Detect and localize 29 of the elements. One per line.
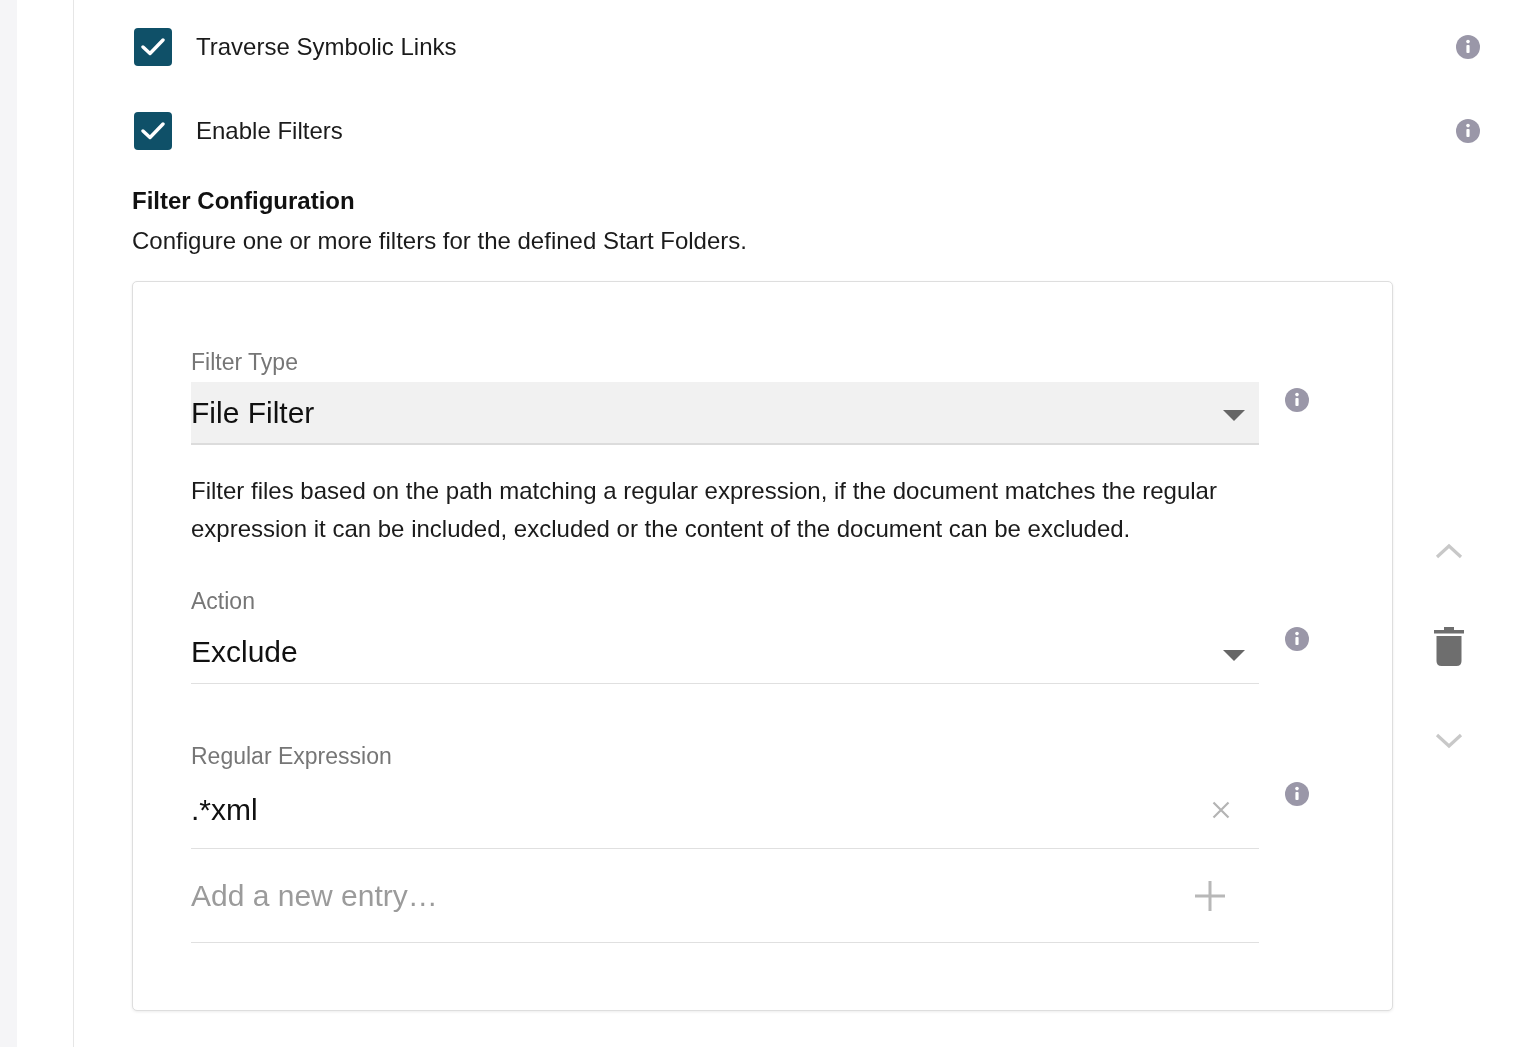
field-label: Action (191, 588, 255, 614)
info-icon[interactable] (1285, 388, 1309, 412)
checkbox[interactable] (134, 112, 172, 150)
section-description: Configure one or more filters for the defined Start Folders. (132, 226, 747, 256)
info-icon[interactable] (1456, 35, 1480, 59)
section-title: Filter Configuration (132, 186, 355, 216)
regex-entry-field[interactable]: .*xml (191, 792, 1211, 828)
trash-icon (1434, 626, 1464, 666)
checkbox-label: Enable Filters (196, 116, 343, 146)
check-icon (141, 122, 165, 140)
check-icon (141, 38, 165, 56)
caret-icon (1223, 649, 1245, 661)
checkbox-label: Traverse Symbolic Links (196, 32, 457, 62)
field-label: Filter Type (191, 349, 298, 375)
info-icon[interactable] (1285, 782, 1309, 806)
filter-type-dropdown[interactable]: File Filter (191, 382, 1259, 445)
filter-description: Filter files based on the path matching a regular expression, if the document matches the regular expression it can be included, excluded or the content of the document can be excluded. (191, 476, 1218, 544)
caret-icon (1223, 410, 1245, 421)
add-button[interactable] (1194, 879, 1226, 912)
new-entry-field[interactable]: Add a new entry… (191, 875, 1194, 916)
plus-icon (1195, 880, 1225, 911)
chevron-up-icon (1435, 543, 1463, 559)
close-icon (1212, 801, 1230, 819)
chevron-down-icon (1435, 733, 1463, 749)
field-label: Regular Expression (191, 743, 392, 769)
info-icon[interactable] (1285, 627, 1309, 651)
info-icon[interactable] (1456, 119, 1480, 143)
clear-button[interactable] (1211, 800, 1231, 820)
checkbox[interactable] (134, 28, 172, 66)
